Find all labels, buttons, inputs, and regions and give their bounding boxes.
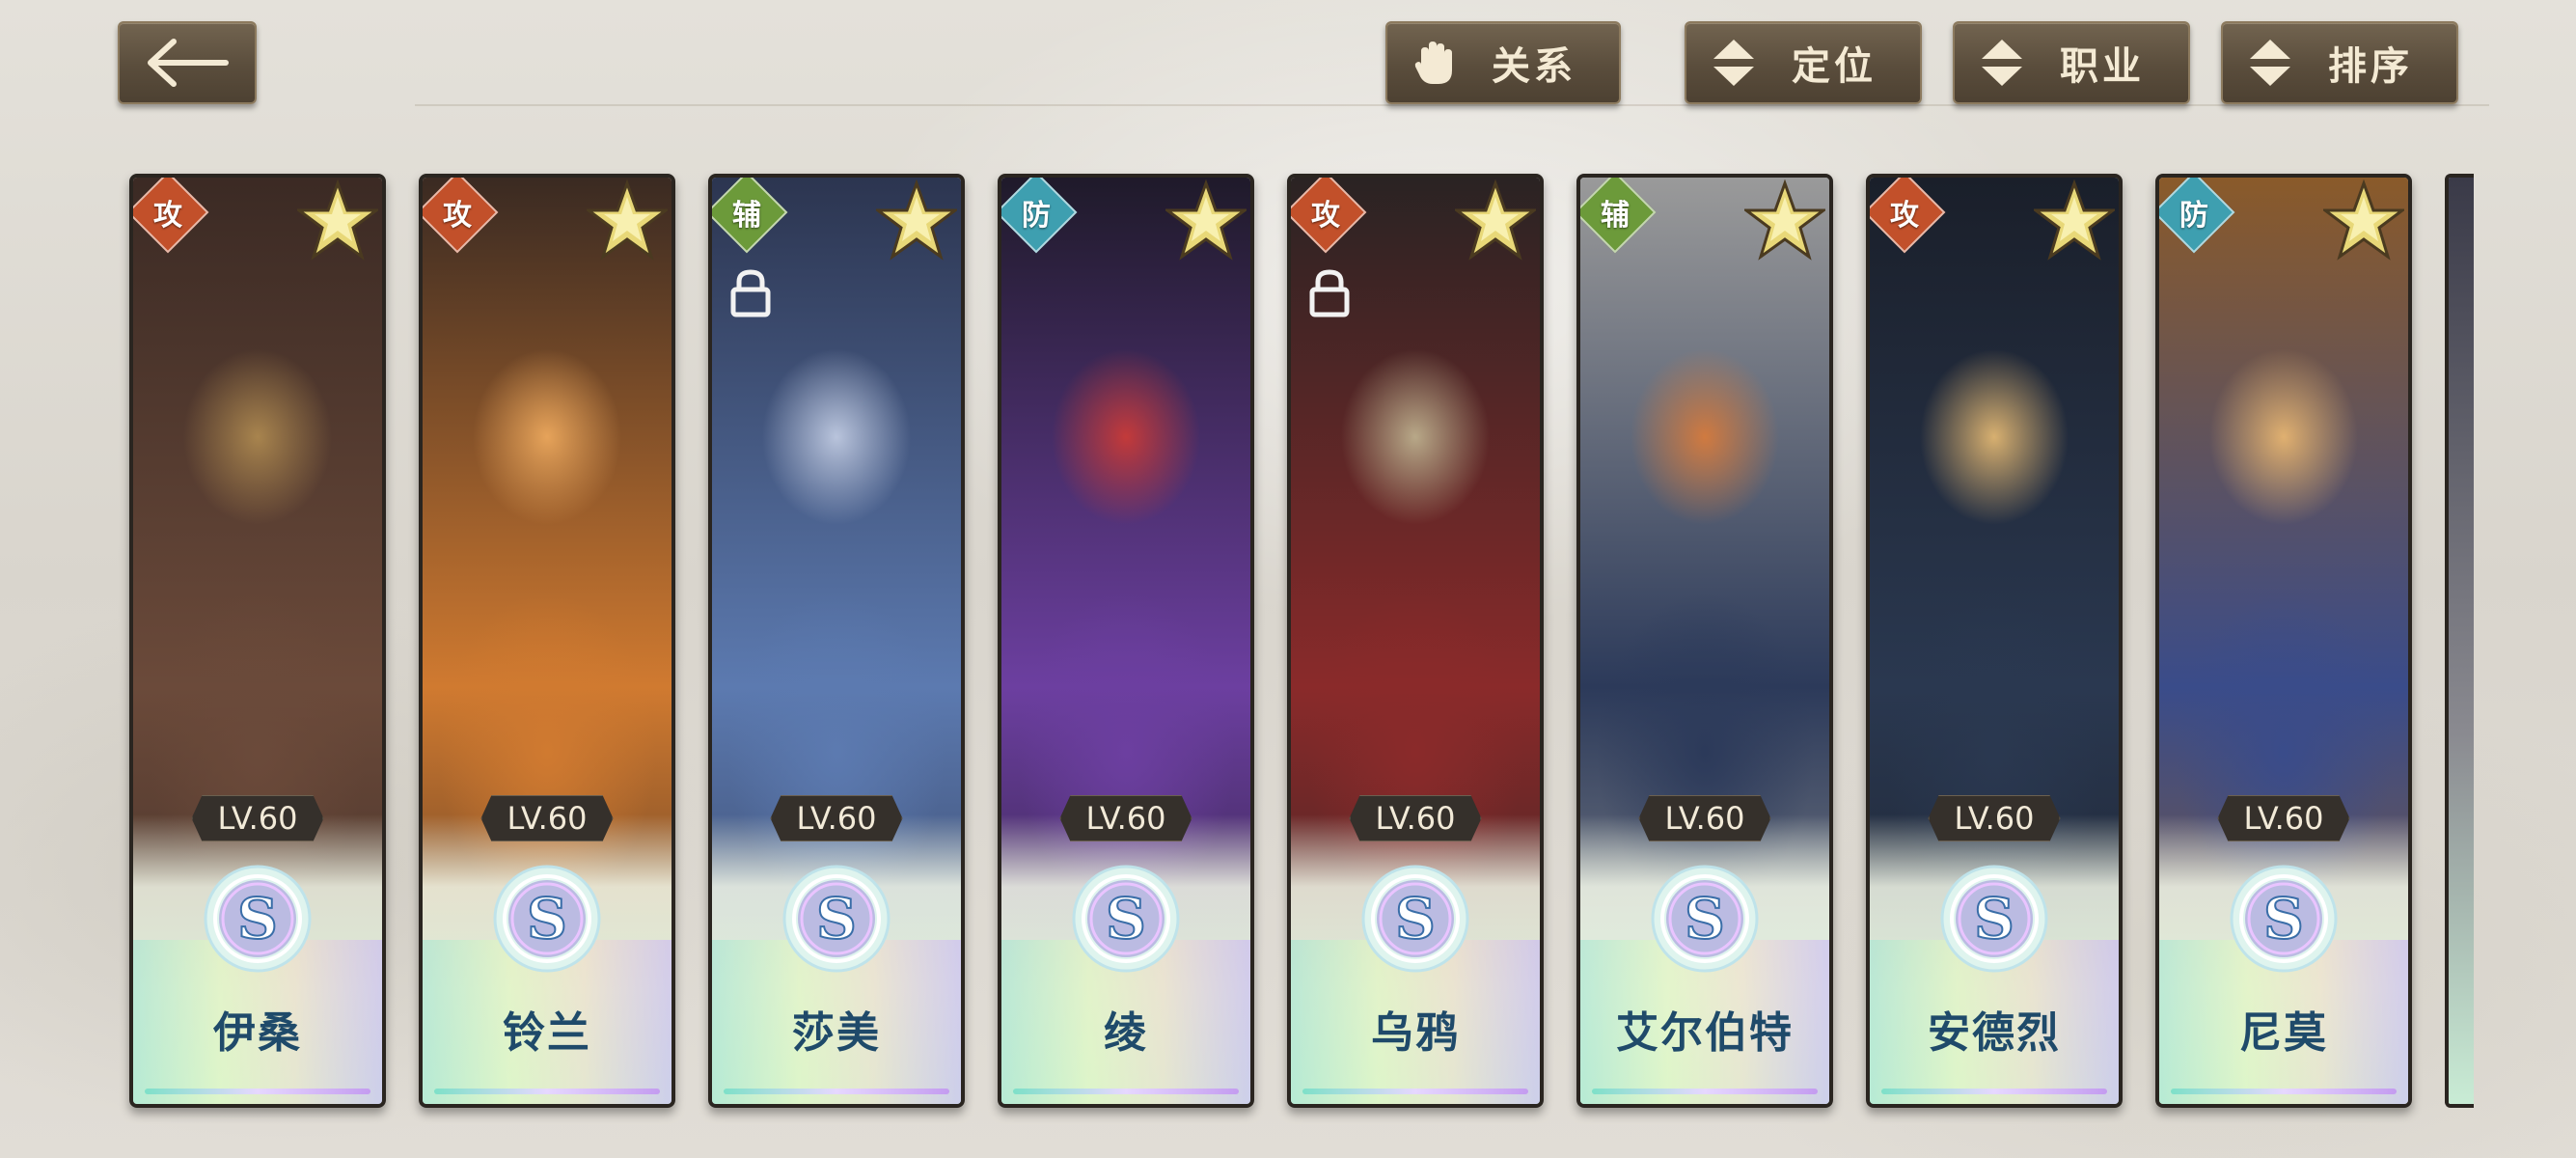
rank-letter: S xyxy=(1974,886,2014,951)
relation-label: 关系 xyxy=(1492,43,1576,89)
card-bottom-bar xyxy=(1013,1089,1239,1094)
level-label: LV.60 xyxy=(191,795,324,841)
star-icon xyxy=(2323,179,2404,261)
rank-letter: S xyxy=(1395,886,1436,951)
level-label: LV.60 xyxy=(1638,795,1771,841)
position-filter-button[interactable]: 定位 xyxy=(1685,21,1922,104)
up-down-arrows-icon xyxy=(2236,36,2304,90)
rank-badge: S xyxy=(493,865,601,973)
header-divider xyxy=(415,104,2489,106)
star-icon xyxy=(1744,179,1825,261)
left-arrow-icon xyxy=(148,39,229,87)
card-bottom-bar xyxy=(1881,1089,2107,1094)
rank-letter: S xyxy=(816,886,857,951)
rank-badge: S xyxy=(782,865,891,973)
sort-button[interactable]: 排序 xyxy=(2221,21,2458,104)
rank-badge: S xyxy=(1361,865,1469,973)
card-bottom-bar xyxy=(1302,1089,1528,1094)
rank-badge: S xyxy=(2230,865,2338,973)
card-bottom-bar xyxy=(434,1089,660,1094)
role-label: 辅 xyxy=(1601,199,1630,233)
star-icon xyxy=(876,179,957,261)
rank-letter: S xyxy=(1106,886,1146,951)
level-label: LV.60 xyxy=(1349,795,1482,841)
back-button[interactable] xyxy=(118,21,257,104)
role-label: 攻 xyxy=(1890,199,1919,233)
level-label: LV.60 xyxy=(2217,795,2350,841)
character-card[interactable]: 攻 LV.60 S 伊桑 xyxy=(129,174,386,1108)
level-label: LV.60 xyxy=(1059,795,1192,841)
sort-label: 排序 xyxy=(2328,43,2413,89)
role-label: 攻 xyxy=(443,199,472,233)
role-label: 防 xyxy=(1022,199,1051,233)
character-card[interactable]: 防 LV.60 S 尼莫 xyxy=(2155,174,2412,1108)
star-icon xyxy=(2034,179,2115,261)
relation-filter-button[interactable]: 关系 xyxy=(1385,21,1621,104)
rank-badge: S xyxy=(1651,865,1759,973)
position-label: 定位 xyxy=(1792,43,1877,89)
job-label: 职业 xyxy=(2060,43,2145,89)
star-icon xyxy=(297,179,378,261)
star-icon xyxy=(1165,179,1247,261)
rank-letter: S xyxy=(1685,886,1725,951)
lock-icon xyxy=(730,269,771,317)
rank-letter: S xyxy=(237,886,278,951)
character-card[interactable]: 辅 LV.60 S 莎美 xyxy=(708,174,965,1108)
character-card[interactable]: 攻 LV.60 S 安德烈 xyxy=(1866,174,2123,1108)
card-bottom-bar xyxy=(2171,1089,2397,1094)
character-name: 尼莫 xyxy=(2239,1008,2328,1058)
role-label: 辅 xyxy=(732,199,761,233)
rank-badge: S xyxy=(1072,865,1180,973)
role-label: 攻 xyxy=(1311,199,1340,233)
character-name: 铃兰 xyxy=(503,1008,591,1058)
character-name: 乌鸦 xyxy=(1371,1008,1460,1058)
up-down-arrows-icon xyxy=(1968,36,2036,90)
rank-letter: S xyxy=(2263,886,2304,951)
hand-icon xyxy=(1401,36,1468,90)
card-bottom-bar xyxy=(145,1089,370,1094)
character-card[interactable]: 攻 LV.60 S 铃兰 xyxy=(419,174,675,1108)
role-label: 防 xyxy=(2179,199,2208,233)
character-card[interactable]: 辅 LV.60 S 艾尔伯特 xyxy=(1576,174,1833,1108)
card-bottom-bar xyxy=(1592,1089,1818,1094)
rank-badge: S xyxy=(1940,865,2048,973)
card-bottom-bar xyxy=(724,1089,949,1094)
character-name: 安德烈 xyxy=(1928,1008,2061,1058)
character-name: 绫 xyxy=(1104,1008,1148,1058)
character-name: 莎美 xyxy=(792,1008,881,1058)
level-label: LV.60 xyxy=(480,795,614,841)
character-name: 艾尔伯特 xyxy=(1616,1008,1794,1058)
rank-letter: S xyxy=(527,886,567,951)
rank-badge: S xyxy=(204,865,312,973)
star-icon xyxy=(1455,179,1536,261)
character-card[interactable]: 防 LV.60 S 绫 xyxy=(998,174,1254,1108)
character-name: 伊桑 xyxy=(213,1008,302,1058)
next-card-partial[interactable] xyxy=(2445,174,2474,1108)
up-down-arrows-icon xyxy=(1700,36,1768,90)
level-label: LV.60 xyxy=(770,795,903,841)
character-card[interactable]: 攻 LV.60 S 乌鸦 xyxy=(1287,174,1544,1108)
star-icon xyxy=(587,179,668,261)
lock-icon xyxy=(1309,269,1350,317)
job-filter-button[interactable]: 职业 xyxy=(1953,21,2190,104)
level-label: LV.60 xyxy=(1928,795,2061,841)
role-label: 攻 xyxy=(153,199,182,233)
